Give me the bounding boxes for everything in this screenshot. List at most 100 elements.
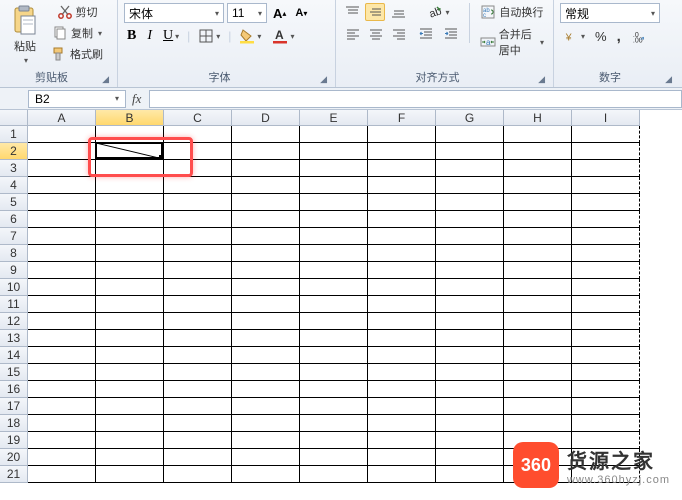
cell[interactable] xyxy=(164,313,232,330)
cell[interactable] xyxy=(28,194,96,211)
cell[interactable] xyxy=(572,177,640,194)
cell[interactable] xyxy=(368,177,436,194)
cell[interactable] xyxy=(164,279,232,296)
cell[interactable] xyxy=(368,347,436,364)
cell[interactable] xyxy=(504,279,572,296)
cell[interactable] xyxy=(368,194,436,211)
row-header[interactable]: 1 xyxy=(0,126,28,143)
cell[interactable] xyxy=(164,211,232,228)
row-header[interactable]: 10 xyxy=(0,279,28,296)
cell[interactable] xyxy=(300,126,368,143)
cell[interactable] xyxy=(232,466,300,483)
borders-button[interactable]: ▾ xyxy=(195,27,223,45)
cell[interactable] xyxy=(504,296,572,313)
underline-button[interactable]: U▾ xyxy=(160,27,182,45)
cell[interactable] xyxy=(28,228,96,245)
row-header[interactable]: 2 xyxy=(0,143,28,160)
cell[interactable] xyxy=(436,398,504,415)
cell[interactable] xyxy=(368,245,436,262)
cell[interactable] xyxy=(164,364,232,381)
cell[interactable] xyxy=(96,330,164,347)
cell[interactable] xyxy=(504,211,572,228)
indent-increase-button[interactable] xyxy=(440,25,462,41)
cell[interactable] xyxy=(368,228,436,245)
cell[interactable] xyxy=(232,381,300,398)
cell[interactable] xyxy=(504,228,572,245)
cell[interactable] xyxy=(164,126,232,143)
number-dialog-launcher[interactable]: ◢ xyxy=(663,74,674,85)
cell[interactable] xyxy=(368,432,436,449)
indent-decrease-button[interactable] xyxy=(415,25,437,41)
cell[interactable] xyxy=(436,449,504,466)
cell[interactable] xyxy=(300,466,368,483)
cell[interactable] xyxy=(436,466,504,483)
cell[interactable] xyxy=(232,211,300,228)
row-header[interactable]: 5 xyxy=(0,194,28,211)
column-header[interactable]: A xyxy=(28,110,96,126)
cell[interactable] xyxy=(436,364,504,381)
cell[interactable] xyxy=(164,262,232,279)
cell[interactable] xyxy=(232,245,300,262)
cell[interactable] xyxy=(300,177,368,194)
cell[interactable] xyxy=(436,313,504,330)
cell[interactable] xyxy=(164,381,232,398)
row-header[interactable]: 15 xyxy=(0,364,28,381)
cell[interactable] xyxy=(28,432,96,449)
cell[interactable] xyxy=(96,313,164,330)
column-header[interactable]: F xyxy=(368,110,436,126)
cell[interactable] xyxy=(572,160,640,177)
cell[interactable] xyxy=(28,330,96,347)
cell[interactable] xyxy=(300,330,368,347)
row-header[interactable]: 4 xyxy=(0,177,28,194)
cell[interactable] xyxy=(300,245,368,262)
cell[interactable] xyxy=(572,313,640,330)
cell[interactable] xyxy=(96,364,164,381)
cell[interactable] xyxy=(232,177,300,194)
cell[interactable] xyxy=(96,245,164,262)
align-top-button[interactable] xyxy=(342,3,362,21)
cell[interactable] xyxy=(300,279,368,296)
row-header[interactable]: 17 xyxy=(0,398,28,415)
align-left-button[interactable] xyxy=(342,25,362,43)
cell[interactable] xyxy=(28,296,96,313)
cell[interactable] xyxy=(436,262,504,279)
font-color-button[interactable]: A▾ xyxy=(269,27,297,45)
cell[interactable] xyxy=(504,364,572,381)
cell[interactable] xyxy=(96,160,164,177)
cell[interactable] xyxy=(164,330,232,347)
cell[interactable] xyxy=(300,398,368,415)
cell[interactable] xyxy=(572,245,640,262)
cell[interactable] xyxy=(368,313,436,330)
cell[interactable] xyxy=(96,449,164,466)
cell[interactable] xyxy=(572,330,640,347)
cell[interactable] xyxy=(436,279,504,296)
cell[interactable] xyxy=(436,330,504,347)
cell[interactable] xyxy=(28,160,96,177)
currency-button[interactable]: ¥▾ xyxy=(560,28,588,46)
cell[interactable] xyxy=(300,432,368,449)
cell[interactable] xyxy=(96,398,164,415)
cell[interactable] xyxy=(28,347,96,364)
copy-button[interactable]: 复制 ▾ xyxy=(48,24,106,42)
row-header[interactable]: 14 xyxy=(0,347,28,364)
cell[interactable] xyxy=(28,381,96,398)
cell[interactable] xyxy=(504,160,572,177)
row-header[interactable]: 11 xyxy=(0,296,28,313)
row-header[interactable]: 3 xyxy=(0,160,28,177)
percent-button[interactable]: % xyxy=(592,28,610,45)
row-header[interactable]: 9 xyxy=(0,262,28,279)
cell[interactable] xyxy=(368,364,436,381)
cell[interactable] xyxy=(436,194,504,211)
cell[interactable] xyxy=(572,279,640,296)
orientation-button[interactable]: ab▾ xyxy=(415,3,462,21)
cell[interactable] xyxy=(164,296,232,313)
comma-button[interactable]: , xyxy=(614,27,624,46)
cell[interactable] xyxy=(96,415,164,432)
cell[interactable] xyxy=(300,415,368,432)
cell[interactable] xyxy=(572,296,640,313)
cell[interactable] xyxy=(368,398,436,415)
cell[interactable] xyxy=(164,432,232,449)
cell[interactable] xyxy=(300,313,368,330)
cell[interactable] xyxy=(368,279,436,296)
wrap-text-button[interactable]: abc 自动换行 xyxy=(477,3,547,21)
